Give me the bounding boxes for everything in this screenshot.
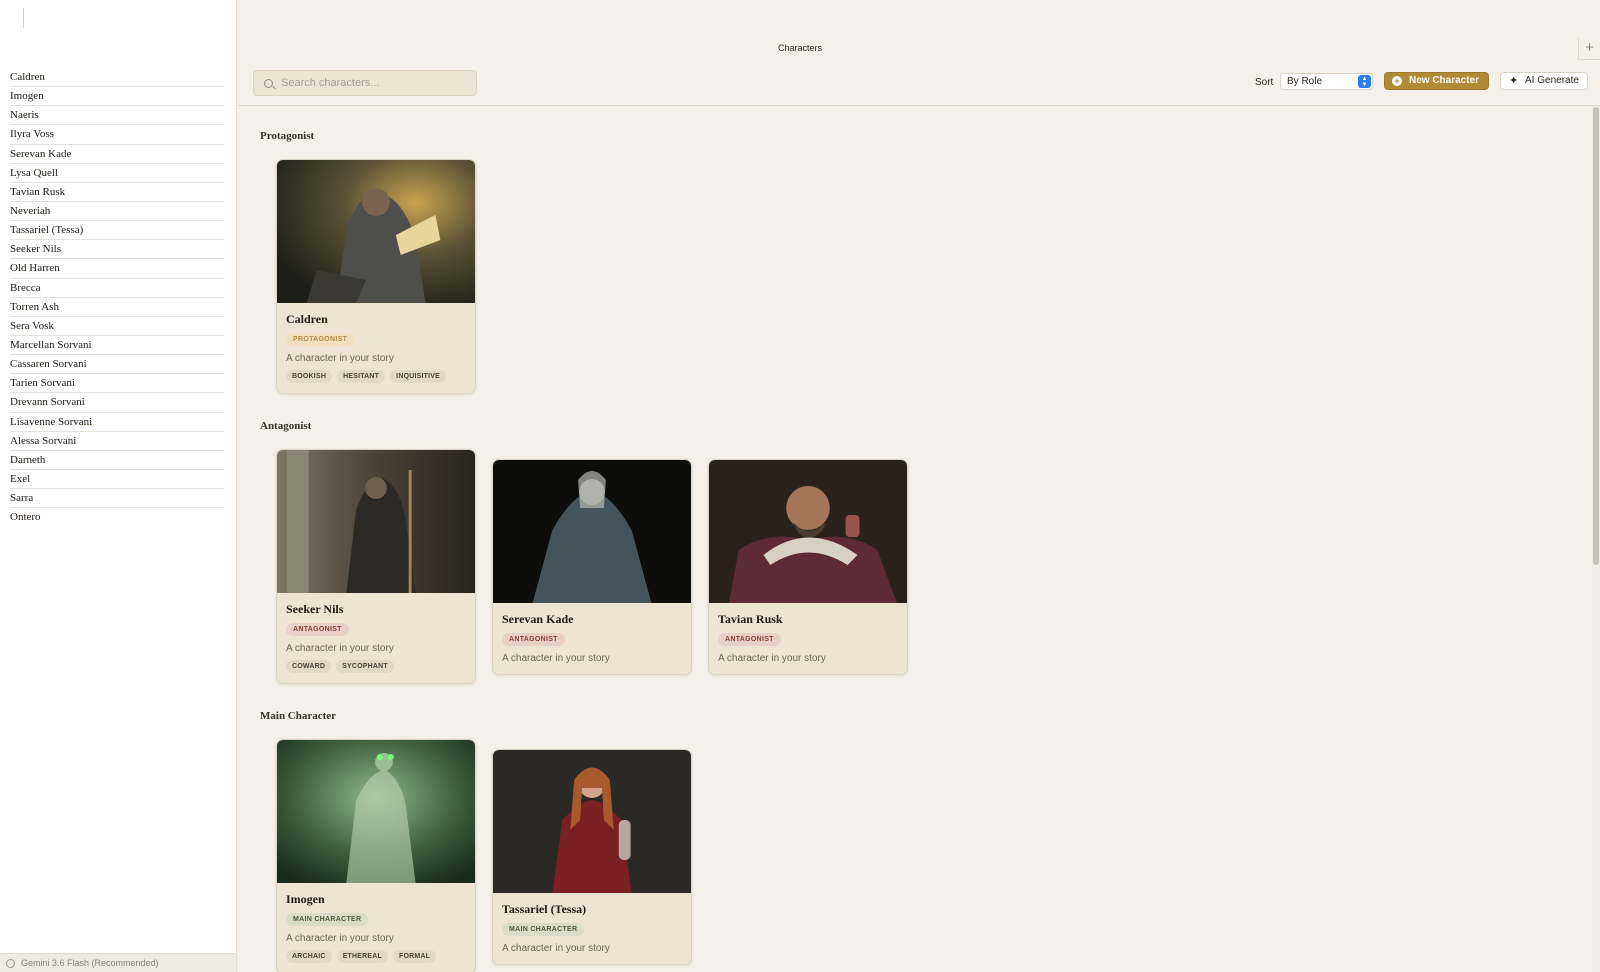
trait-tag: ETHEREAL <box>336 950 389 963</box>
sidebar-item-tassariel[interactable]: Tassariel (Tessa) <box>10 221 224 241</box>
sidebar-item-caldren[interactable]: Caldren <box>10 68 224 88</box>
trait-tag: INQUISITIVE <box>390 370 446 383</box>
character-card-serevan-kade[interactable]: Serevan Kade ANTAGONIST A character in y… <box>492 459 692 675</box>
sort-label: Sort <box>1255 77 1274 88</box>
portrait-serevan-kade <box>493 460 691 603</box>
sidebar-item-lisavenne-sorvani[interactable]: Lisavenne Sorvani <box>10 413 224 432</box>
card-description: A character in your story <box>286 643 394 654</box>
portrait-caldren <box>277 160 475 303</box>
search-input[interactable] <box>281 77 471 89</box>
sidebar-item-exel[interactable]: Exel <box>10 470 224 490</box>
character-card-seeker-nils[interactable]: Seeker Nils ANTAGONIST A character in yo… <box>276 449 476 684</box>
sidebar-item-cassaren-sorvani[interactable]: Cassaren Sorvani <box>10 355 224 375</box>
scrollbar-thumb[interactable] <box>1593 107 1599 565</box>
model-selector[interactable]: Gemini 3.6 Flash (Recommended) <box>0 953 236 972</box>
role-badge: MAIN CHARACTER <box>286 913 369 926</box>
sidebar-top-divider <box>23 8 24 28</box>
character-card-imogen[interactable]: Imogen MAIN CHARACTER A character in you… <box>276 739 476 972</box>
trait-list: ARCHAIC ETHEREAL FORMAL <box>286 950 466 963</box>
trait-list: BOOKISH HESITANT INQUISITIVE <box>286 370 466 383</box>
character-card-caldren[interactable]: Caldren PROTAGONIST A character in your … <box>276 159 476 394</box>
trait-tag: FORMAL <box>393 950 437 963</box>
ai-generate-label: AI Generate <box>1525 75 1579 86</box>
trait-list: COWARD SYCOPHANT <box>286 660 466 673</box>
sidebar-item-tavian-rusk[interactable]: Tavian Rusk <box>10 183 224 202</box>
sidebar-item-alessa-sorvani[interactable]: Alessa Sorvani <box>10 432 224 451</box>
chevron-updown-icon: ▲ ▼ <box>1358 75 1371 88</box>
search-box <box>253 70 477 96</box>
card-name: Tassariel (Tessa) <box>502 902 587 916</box>
sidebar-item-seeker-nils[interactable]: Seeker Nils <box>10 240 224 260</box>
toolbar: Sort By Role ▲▼ + New Character ✦ AI Gen… <box>238 70 1600 106</box>
section-heading-antagonist: Antagonist <box>260 420 312 432</box>
character-list: Caldren Imogen Naeris Ilyra Voss Serevan… <box>10 68 224 527</box>
sidebar-item-serevan-kade[interactable]: Serevan Kade <box>10 145 224 164</box>
ai-generate-button[interactable]: ✦ AI Generate <box>1500 72 1588 90</box>
plus-circle-icon: + <box>1392 76 1402 86</box>
main-area: Characters + Sort By Role ▲▼ + New Chara… <box>238 0 1600 972</box>
sidebar-item-sarra[interactable]: Sarra <box>10 489 224 509</box>
sidebar-item-tarien-sorvani[interactable]: Tarien Sorvani <box>10 374 224 394</box>
portrait-tavian-rusk <box>709 460 907 603</box>
sidebar-item-brecca[interactable]: Brecca <box>10 279 224 298</box>
trait-tag: ARCHAIC <box>286 950 332 963</box>
sidebar: Caldren Imogen Naeris Ilyra Voss Serevan… <box>0 0 237 972</box>
sidebar-item-lysa-quell[interactable]: Lysa Quell <box>10 164 224 183</box>
section-heading-main-character: Main Character <box>260 710 337 722</box>
sidebar-item-ilyra-voss[interactable]: Ilyra Voss <box>10 125 224 145</box>
sidebar-item-neveriah[interactable]: Neveriah <box>10 202 224 222</box>
sidebar-item-naeris[interactable]: Naeris <box>10 106 224 126</box>
card-description: A character in your story <box>502 943 610 954</box>
new-character-label: New Character <box>1409 75 1480 86</box>
section-heading-protagonist: Protagonist <box>260 130 315 142</box>
card-name: Imogen <box>286 892 325 906</box>
portrait-seeker-nils <box>277 450 475 593</box>
character-card-tassariel[interactable]: Tassariel (Tessa) MAIN CHARACTER A chara… <box>492 749 692 965</box>
card-name: Seeker Nils <box>286 602 344 616</box>
character-card-tavian-rusk[interactable]: Tavian Rusk ANTAGONIST A character in yo… <box>708 459 908 675</box>
new-character-button[interactable]: + New Character <box>1384 72 1489 90</box>
sort-value: By Role <box>1287 76 1323 87</box>
role-badge: ANTAGONIST <box>286 623 349 636</box>
model-icon <box>6 958 15 968</box>
model-label: Gemini 3.6 Flash (Recommended) <box>21 957 159 968</box>
sidebar-item-imogen[interactable]: Imogen <box>10 87 224 107</box>
sparkle-icon: ✦ <box>1509 75 1519 87</box>
sidebar-item-old-harren[interactable]: Old Harren <box>10 259 224 279</box>
role-badge: ANTAGONIST <box>718 633 781 646</box>
trait-tag: BOOKISH <box>286 370 333 383</box>
card-description: A character in your story <box>286 933 394 944</box>
card-description: A character in your story <box>718 653 826 664</box>
portrait-imogen <box>277 740 475 883</box>
trait-tag: COWARD <box>286 660 332 673</box>
page-title: Characters <box>777 43 822 53</box>
sidebar-item-ontero[interactable]: Ontero <box>10 508 224 527</box>
role-badge: PROTAGONIST <box>286 333 355 346</box>
sidebar-item-torren-ash[interactable]: Torren Ash <box>10 298 224 317</box>
sidebar-item-sera-vosk[interactable]: Sera Vosk <box>10 317 224 336</box>
card-name: Serevan Kade <box>502 612 574 626</box>
portrait-tassariel <box>493 750 691 893</box>
sort-select[interactable]: By Role ▲ ▼ <box>1280 73 1373 90</box>
add-tab-button[interactable]: + <box>1578 38 1600 60</box>
role-badge: ANTAGONIST <box>502 633 565 646</box>
trait-tag: SYCOPHANT <box>336 660 394 673</box>
card-description: A character in your story <box>286 353 394 364</box>
trait-tag: HESITANT <box>337 370 386 383</box>
sidebar-item-darneth[interactable]: Darneth <box>10 451 224 470</box>
sidebar-item-marcellan-sorvani[interactable]: Marcellan Sorvani <box>10 336 224 356</box>
search-icon <box>264 78 273 88</box>
role-badge: MAIN CHARACTER <box>502 923 585 936</box>
card-description: A character in your story <box>502 653 610 664</box>
sidebar-item-drevann-sorvani[interactable]: Drevann Sorvani <box>10 393 224 413</box>
card-name: Tavian Rusk <box>718 612 783 626</box>
card-name: Caldren <box>286 312 328 326</box>
